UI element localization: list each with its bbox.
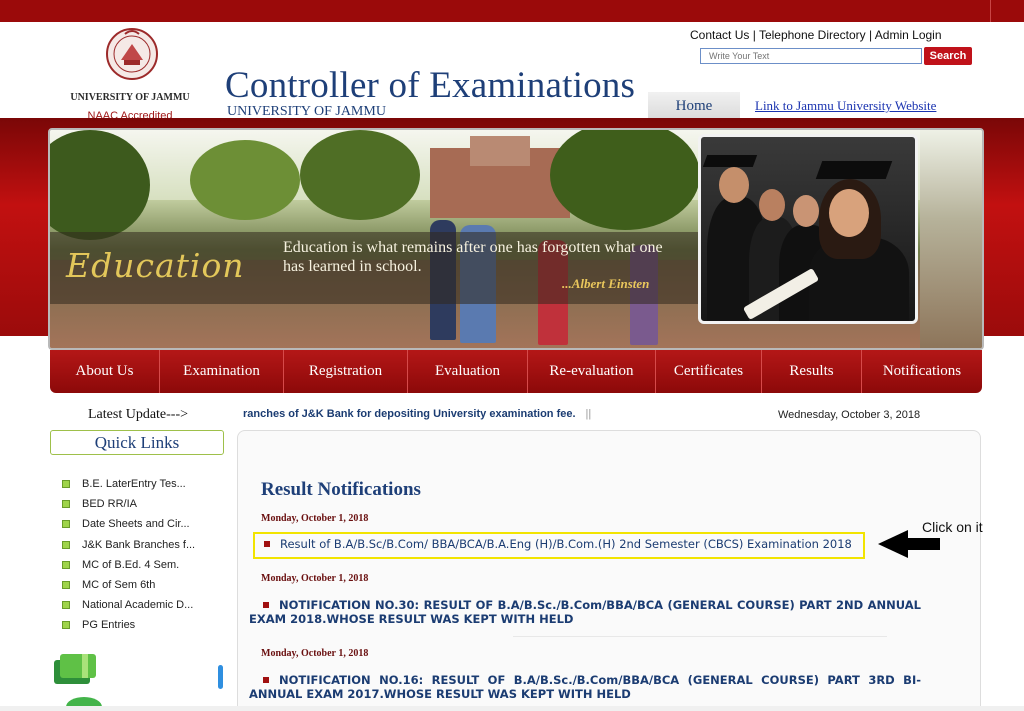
book-icon[interactable] [52, 650, 100, 688]
graduate-face [759, 189, 785, 221]
bullet-icon [263, 602, 269, 608]
graduate-face [829, 189, 869, 237]
quick-link-item[interactable]: PG Entries [62, 615, 232, 635]
graduate-face [793, 195, 819, 227]
bullet-icon [62, 520, 70, 529]
quick-link-item[interactable]: MC of B.Ed. 4 Sem. [62, 555, 232, 575]
divider [513, 636, 887, 637]
left-arrow-icon [906, 538, 940, 550]
jammu-university-link[interactable]: Link to Jammu University Website [755, 98, 936, 114]
quick-link-label[interactable]: BED RR/IA [82, 498, 137, 510]
nav-certificates[interactable]: Certificates [656, 350, 762, 393]
quick-link-label[interactable]: MC of Sem 6th [82, 579, 155, 591]
banner-tree [550, 130, 700, 230]
telephone-directory-link[interactable]: Telephone Directory [759, 28, 866, 42]
bullet-icon [62, 540, 70, 549]
notification-date: Monday, October 1, 2018 [261, 648, 369, 659]
result-notifications-title: Result Notifications [261, 479, 421, 500]
bullet-icon [62, 601, 70, 610]
quick-link-label[interactable]: National Academic D... [82, 599, 193, 611]
graduate-cap [702, 155, 758, 167]
quick-link-item[interactable]: J&K Bank Branches f... [62, 535, 232, 555]
graduate-cap [815, 161, 893, 179]
banner: Education Education is what remains afte… [48, 128, 984, 350]
notification-text[interactable]: NOTIFICATION NO.30: RESULT OF B.A/B.Sc./… [249, 598, 921, 626]
quick-link-label[interactable]: Date Sheets and Cir... [82, 518, 190, 530]
university-seal-icon [106, 28, 158, 80]
search-input[interactable] [700, 48, 922, 64]
quick-link-label[interactable]: B.E. LaterEntry Tes... [82, 478, 186, 490]
sidebar-scrollbar[interactable] [218, 665, 223, 689]
notification-date: Monday, October 1, 2018 [261, 573, 369, 584]
notification-link[interactable]: NOTIFICATION NO.30: RESULT OF B.A/B.Sc./… [249, 598, 921, 626]
bullet-icon [263, 677, 269, 683]
education-word: Education [66, 246, 245, 285]
quick-link-label[interactable]: PG Entries [82, 619, 135, 631]
banner-tree [300, 130, 420, 220]
nav-about-us[interactable]: About Us [50, 350, 160, 393]
main-nav: About Us Examination Registration Evalua… [50, 350, 982, 393]
notification-text[interactable]: Result of B.A/B.Sc/B.Com/ BBA/BCA/B.A.En… [280, 537, 852, 551]
latest-update-label: Latest Update---> [88, 407, 189, 422]
nav-re-evaluation[interactable]: Re-evaluation [528, 350, 656, 393]
quick-link-label[interactable]: MC of B.Ed. 4 Sem. [82, 559, 179, 571]
nav-evaluation[interactable]: Evaluation [408, 350, 528, 393]
notification-link[interactable]: Result of B.A/B.Sc/B.Com/ BBA/BCA/B.A.En… [262, 537, 852, 551]
graduates-photo [698, 134, 918, 324]
click-on-it-label: Click on it [922, 519, 983, 535]
arrow-head-icon [878, 530, 908, 558]
top-strip-edge [990, 0, 991, 22]
ticker-separator: || [585, 408, 592, 420]
admin-login-link[interactable]: Admin Login [875, 28, 942, 42]
banner-quote: Education is what remains after one has … [283, 239, 663, 275]
banner-building-roof [470, 136, 530, 166]
notification-date: Monday, October 1, 2018 [261, 513, 369, 524]
search-button[interactable]: Search [924, 47, 972, 65]
quick-link-item[interactable]: MC of Sem 6th [62, 575, 232, 595]
banner-right-strip [920, 130, 982, 348]
quick-link-item[interactable]: B.E. LaterEntry Tes... [62, 474, 232, 494]
quick-link-label[interactable]: J&K Bank Branches f... [82, 539, 195, 551]
bullet-icon [62, 621, 70, 630]
banner-tree [190, 140, 300, 220]
news-ticker[interactable]: ranches of J&K Bank for depositing Unive… [243, 408, 643, 420]
bullet-icon [62, 500, 70, 509]
quick-link-item[interactable]: Date Sheets and Cir... [62, 514, 232, 534]
contact-us-link[interactable]: Contact Us [690, 28, 749, 42]
notification-text[interactable]: NOTIFICATION NO.16: RESULT OF B.A/B.Sc./… [249, 673, 921, 701]
university-label: UNIVERSITY OF JAMMU [70, 92, 190, 103]
content-panel [237, 430, 981, 711]
nav-examination[interactable]: Examination [160, 350, 284, 393]
nav-notifications[interactable]: Notifications [862, 350, 982, 393]
quote-author: ...Albert Einsten [562, 276, 650, 291]
quick-link-item[interactable]: BED RR/IA [62, 494, 232, 514]
bullet-icon [62, 560, 70, 569]
top-strip [0, 0, 1024, 22]
top-links: Contact Us | Telephone Directory | Admin… [690, 28, 942, 42]
quick-links-list: B.E. LaterEntry Tes... BED RR/IA Date Sh… [62, 474, 232, 636]
nav-registration[interactable]: Registration [284, 350, 408, 393]
bullet-icon [62, 480, 70, 489]
tab-home[interactable]: Home [648, 92, 740, 118]
ticker-text[interactable]: ranches of J&K Bank for depositing Unive… [243, 408, 576, 420]
page-edge [0, 706, 1024, 711]
notification-link[interactable]: NOTIFICATION NO.16: RESULT OF B.A/B.Sc./… [249, 673, 921, 701]
bullet-icon [264, 541, 270, 547]
graduate-face [719, 167, 749, 203]
nav-results[interactable]: Results [762, 350, 862, 393]
quick-links-title: Quick Links [50, 430, 224, 455]
page-title: Controller of Examinations [225, 65, 636, 106]
bullet-icon [62, 581, 70, 590]
quick-link-item[interactable]: National Academic D... [62, 595, 232, 615]
current-date: Wednesday, October 3, 2018 [778, 409, 921, 421]
